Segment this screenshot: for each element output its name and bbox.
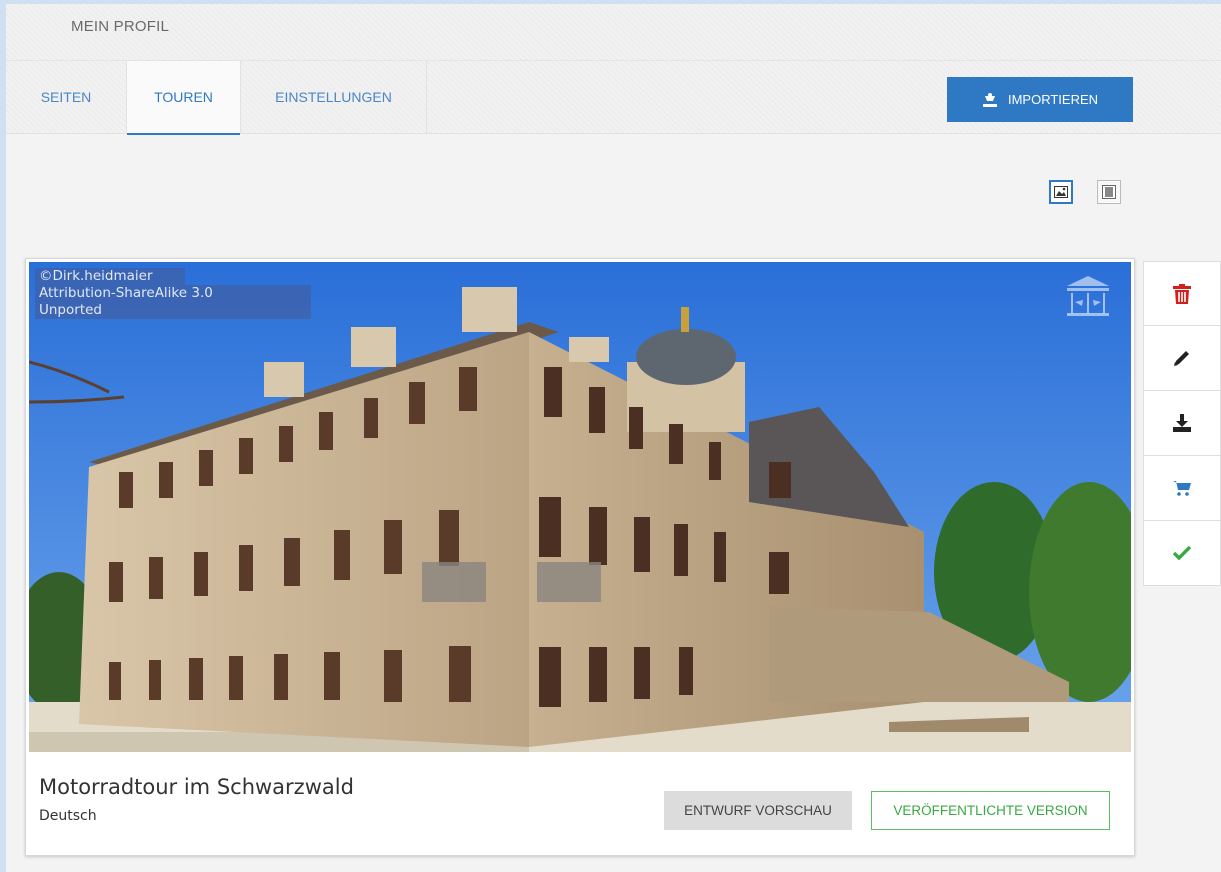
draft-preview-button[interactable]: ENTWURF VORSCHAU xyxy=(664,791,852,830)
cart-button[interactable] xyxy=(1143,456,1221,521)
list-view-toggle[interactable] xyxy=(1097,180,1121,204)
import-label: IMPORTIEREN xyxy=(1007,92,1099,107)
tour-card: ©Dirk.heidmaier Attribution-ShareAlike 3… xyxy=(25,258,1135,856)
import-icon xyxy=(982,92,997,107)
carousel-icon xyxy=(1067,276,1109,316)
download-icon xyxy=(1173,414,1191,432)
tab-einstellungen[interactable]: EINSTELLUNGEN xyxy=(241,61,427,134)
tab-seiten[interactable]: SEITEN xyxy=(6,61,127,134)
profile-title: MEIN PROFIL xyxy=(71,18,170,35)
trash-icon xyxy=(1173,283,1191,304)
edit-button[interactable] xyxy=(1143,326,1221,391)
download-button[interactable] xyxy=(1143,391,1221,456)
grid-view-icon xyxy=(1054,186,1068,198)
pencil-icon xyxy=(1174,351,1189,366)
credit-line-license: Attribution-ShareAlike 3.0 xyxy=(35,285,311,302)
list-view-icon xyxy=(1102,185,1116,199)
tour-title[interactable]: Motorradtour im Schwarzwald xyxy=(39,775,354,799)
cart-icon xyxy=(1173,481,1191,496)
image-credit: ©Dirk.heidmaier Attribution-ShareAlike 3… xyxy=(35,268,311,319)
tour-language: Deutsch xyxy=(39,808,97,824)
credit-line-license-cont: Unported xyxy=(35,302,311,319)
grid-view-toggle[interactable] xyxy=(1049,180,1073,204)
app-frame: MEIN PROFIL SEITEN TOUREN EINSTELLUNGEN … xyxy=(6,4,1221,872)
delete-button[interactable] xyxy=(1143,261,1221,326)
tab-touren[interactable]: TOUREN xyxy=(127,61,241,135)
tour-actions xyxy=(1143,261,1221,586)
credit-line-author: ©Dirk.heidmaier xyxy=(35,268,185,285)
approve-button[interactable] xyxy=(1143,521,1221,586)
checkmark-icon xyxy=(1173,546,1191,560)
import-button[interactable]: IMPORTIEREN xyxy=(947,77,1133,122)
tab-bar: SEITEN TOUREN EINSTELLUNGEN IMPORTIEREN xyxy=(6,61,1221,135)
castle-photo xyxy=(29,262,1131,752)
tour-image[interactable]: ©Dirk.heidmaier Attribution-ShareAlike 3… xyxy=(29,262,1131,752)
profile-header: MEIN PROFIL xyxy=(6,4,1221,61)
published-version-button[interactable]: VERÖFFENTLICHTE VERSION xyxy=(871,791,1110,830)
